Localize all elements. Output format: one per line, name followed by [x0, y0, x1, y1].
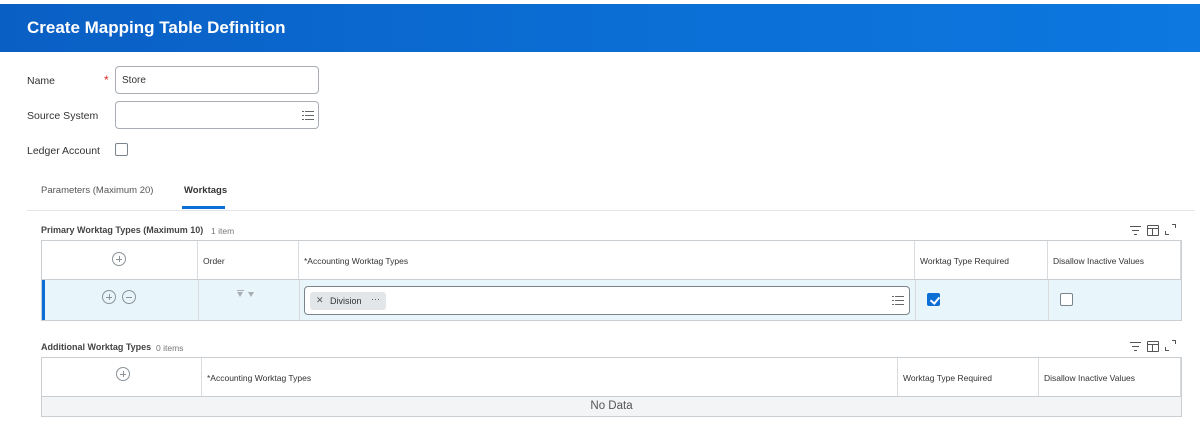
cell-divider [1048, 280, 1049, 320]
additional-item-count: 0 items [156, 343, 184, 353]
name-input[interactable]: Store [115, 66, 319, 94]
column-header-worktag-type-required: Worktag Type Required [898, 358, 1039, 397]
filter-icon[interactable] [1130, 226, 1141, 236]
list-icon[interactable] [892, 296, 904, 306]
tab-parameters[interactable]: Parameters (Maximum 20) [41, 185, 153, 196]
worktag-type-required-checkbox[interactable] [927, 293, 940, 306]
column-header-disallow-inactive-values: Disallow Inactive Values [1048, 241, 1181, 280]
column-header-accounting-worktag-types: *Accounting Worktag Types [202, 358, 898, 397]
add-row-header-cell [42, 241, 198, 280]
reorder-icon[interactable] [237, 290, 257, 300]
source-system-prompt[interactable] [115, 101, 319, 129]
column-header-worktag-type-required: Worktag Type Required [915, 241, 1048, 280]
ledger-account-checkbox[interactable] [115, 143, 128, 156]
add-row-icon[interactable] [112, 252, 126, 266]
table-row: ✕ Division ⋯ [42, 280, 1181, 320]
source-system-label: Source System [27, 110, 99, 122]
ledger-account-label: Ledger Account [27, 145, 100, 157]
name-label: Name [27, 75, 56, 87]
remove-row-icon[interactable] [122, 290, 136, 304]
add-row-header-cell [42, 358, 202, 397]
column-header-accounting-worktag-types: *Accounting Worktag Types [299, 241, 915, 280]
column-header-disallow-inactive-values: Disallow Inactive Values [1039, 358, 1181, 397]
filter-icon[interactable] [1130, 342, 1141, 352]
additional-worktag-types-title: Additional Worktag Types [41, 342, 152, 352]
page-header: Create Mapping Table Definition [0, 4, 1200, 52]
primary-worktag-types-title: Primary Worktag Types (Maximum 10) [41, 225, 204, 235]
tab-worktags[interactable]: Worktags [184, 185, 227, 196]
cell-divider [915, 280, 916, 320]
remove-pill-icon[interactable]: ✕ [316, 295, 324, 306]
empty-state: No Data [42, 397, 1181, 416]
cell-divider [299, 280, 300, 320]
cell-divider [198, 280, 199, 320]
page-title: Create Mapping Table Definition [27, 18, 286, 37]
disallow-inactive-values-checkbox[interactable] [1060, 293, 1073, 306]
add-row-icon[interactable] [116, 367, 130, 381]
additional-grid-toolbar [1130, 340, 1190, 354]
name-input-value: Store [122, 75, 146, 86]
primary-item-count: 1 item [211, 226, 235, 236]
tab-divider [27, 210, 1195, 211]
list-icon[interactable] [302, 111, 314, 121]
columns-icon[interactable] [1147, 225, 1159, 236]
worktag-pill[interactable]: ✕ Division ⋯ [310, 292, 386, 310]
active-tab-indicator [182, 206, 225, 209]
additional-worktag-grid: *Accounting Worktag Types Worktag Type R… [41, 357, 1182, 417]
column-header-order: Order [198, 241, 299, 280]
primary-worktag-grid: Order *Accounting Worktag Types Worktag … [41, 240, 1182, 321]
accounting-worktag-types-prompt[interactable]: ✕ Division ⋯ [304, 286, 910, 315]
primary-grid-toolbar [1130, 224, 1190, 238]
required-marker: * [104, 73, 109, 87]
row-selection-bar [42, 280, 45, 320]
expand-icon[interactable] [1165, 224, 1177, 236]
worktag-pill-label: Division [330, 296, 362, 306]
columns-icon[interactable] [1147, 341, 1159, 352]
expand-icon[interactable] [1165, 340, 1177, 352]
more-icon[interactable]: ⋯ [371, 294, 380, 305]
add-row-icon[interactable] [102, 290, 116, 304]
